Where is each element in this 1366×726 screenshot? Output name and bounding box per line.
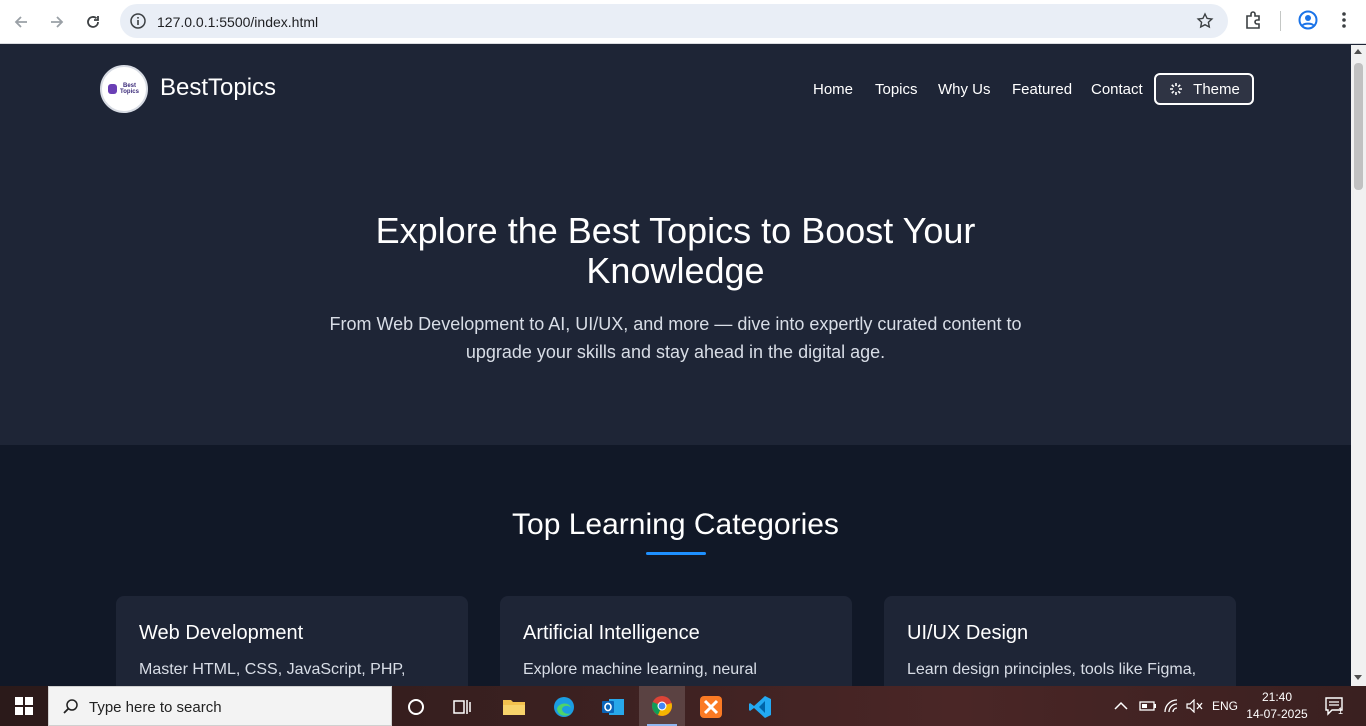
- extensions-button[interactable]: [1243, 9, 1265, 36]
- card-text: Master HTML, CSS, JavaScript, PHP,: [139, 661, 406, 678]
- site-info-icon[interactable]: [129, 12, 147, 30]
- nav-why-us[interactable]: Why Us: [938, 81, 991, 98]
- cortana-button[interactable]: [393, 690, 439, 724]
- puzzle-icon: [1246, 11, 1260, 29]
- nav-featured[interactable]: Featured: [1012, 81, 1072, 98]
- url-text[interactable]: 127.0.0.1:5500/index.html: [157, 14, 318, 30]
- profile-button[interactable]: [1297, 9, 1319, 36]
- page-viewport: Best Topics BestTopics Home Topics Why U…: [0, 45, 1351, 686]
- clock[interactable]: 21:40 14-07-2025: [1246, 689, 1308, 723]
- edge-button[interactable]: [541, 690, 587, 724]
- brand-name[interactable]: BestTopics: [160, 74, 276, 102]
- category-card-web-development[interactable]: Web Development Master HTML, CSS, JavaSc…: [116, 596, 468, 686]
- cortana-circle-icon: [408, 699, 424, 715]
- arrow-left-icon: [14, 16, 27, 28]
- heading-underline: [646, 552, 706, 555]
- xampp-icon: [700, 696, 722, 718]
- vscode-button[interactable]: [737, 690, 783, 724]
- card-title: Web Development: [139, 622, 304, 644]
- scroll-down-arrow-icon[interactable]: [1354, 675, 1362, 680]
- chat-bubble-icon: [107, 84, 117, 94]
- tray-overflow-button[interactable]: [1114, 686, 1128, 726]
- card-text: Explore machine learning, neural: [523, 661, 757, 678]
- taskbar: Type here to search ENG 21:40 14-07-2025: [0, 686, 1366, 726]
- volume-button[interactable]: [1186, 686, 1204, 726]
- reload-button[interactable]: [80, 9, 106, 35]
- nav-home[interactable]: Home: [813, 81, 853, 98]
- card-text: Learn design principles, tools like Figm…: [907, 661, 1197, 678]
- arrow-right-icon: [51, 16, 64, 28]
- folder-icon: [503, 700, 525, 715]
- card-title: Artificial Intelligence: [523, 622, 700, 644]
- notification-count: 1: [1338, 706, 1344, 716]
- hero-section: Explore the Best Topics to Boost Your Kn…: [0, 135, 1351, 445]
- start-button[interactable]: [0, 686, 48, 726]
- theme-toggle-button[interactable]: Theme: [1154, 73, 1254, 105]
- battery-button[interactable]: [1139, 686, 1157, 726]
- logo-text: Best Topics: [120, 83, 139, 95]
- file-explorer-button[interactable]: [491, 690, 537, 724]
- outlook-icon: [602, 699, 624, 715]
- chrome-button[interactable]: [639, 686, 685, 726]
- address-bar[interactable]: 127.0.0.1:5500/index.html: [120, 4, 1228, 38]
- scrollbar-thumb[interactable]: [1354, 63, 1363, 190]
- page-scrollbar[interactable]: [1351, 45, 1366, 686]
- browser-menu-button[interactable]: [1334, 9, 1354, 36]
- categories-section: Top Learning Categories Web Development …: [0, 445, 1351, 686]
- section-heading: Top Learning Categories: [512, 508, 839, 541]
- reload-icon: [87, 16, 99, 28]
- wifi-icon: [1164, 699, 1178, 713]
- hero-subtitle: From Web Development to AI, UI/UX, and m…: [329, 314, 1022, 362]
- kebab-menu-icon: [1342, 12, 1346, 28]
- task-view-button[interactable]: [440, 690, 486, 724]
- task-view-icon: [453, 700, 471, 714]
- profile-icon: [1298, 10, 1318, 30]
- nav-contact[interactable]: Contact: [1091, 81, 1143, 98]
- vscode-icon: [749, 696, 771, 718]
- search-placeholder: Type here to search: [89, 699, 222, 716]
- language-indicator[interactable]: ENG: [1212, 686, 1238, 726]
- chrome-icon: [652, 696, 673, 716]
- scroll-up-arrow-icon[interactable]: [1354, 49, 1362, 54]
- edge-icon: [554, 697, 574, 717]
- forward-button[interactable]: [44, 9, 70, 35]
- sparkle-icon: [1170, 83, 1183, 95]
- notifications-button[interactable]: 1: [1324, 686, 1343, 726]
- outlook-button[interactable]: [590, 690, 636, 724]
- site-logo[interactable]: Best Topics: [100, 65, 148, 113]
- clock-date: 14-07-2025: [1246, 707, 1308, 721]
- nav-topics[interactable]: Topics: [875, 81, 918, 98]
- site-header: Best Topics BestTopics Home Topics Why U…: [0, 45, 1351, 135]
- bookmark-star-icon[interactable]: [1196, 12, 1214, 30]
- network-button[interactable]: [1163, 686, 1181, 726]
- category-card-uiux[interactable]: UI/UX Design Learn design principles, to…: [884, 596, 1236, 686]
- theme-label: Theme: [1193, 80, 1240, 98]
- xampp-button[interactable]: [688, 690, 734, 724]
- search-icon: [63, 699, 78, 714]
- back-button[interactable]: [8, 9, 34, 35]
- chevron-up-icon: [1114, 701, 1128, 710]
- windows-logo-icon: [15, 697, 33, 715]
- toolbar-separator: [1280, 11, 1281, 31]
- card-title: UI/UX Design: [907, 622, 1029, 644]
- taskbar-search[interactable]: Type here to search: [48, 686, 392, 726]
- clock-time: 21:40: [1261, 690, 1293, 704]
- category-card-ai[interactable]: Artificial Intelligence Explore machine …: [500, 596, 852, 686]
- hero-title: Explore the Best Topics to Boost Your Kn…: [375, 210, 976, 291]
- battery-icon: [1139, 701, 1156, 711]
- volume-muted-icon: [1186, 699, 1203, 713]
- browser-toolbar: 127.0.0.1:5500/index.html: [0, 0, 1366, 44]
